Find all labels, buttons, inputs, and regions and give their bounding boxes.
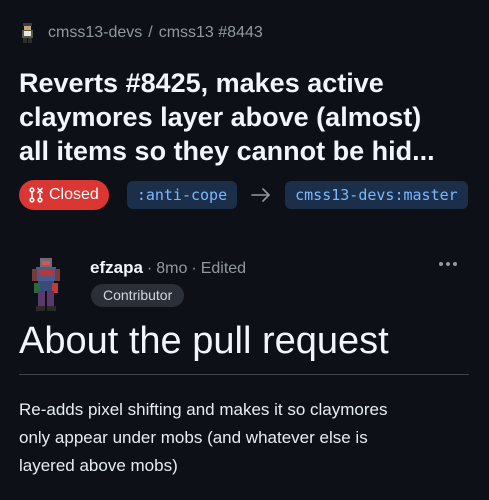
meta-separator: · [191,260,197,277]
base-branch[interactable]: cmss13-devs:master [285,181,468,209]
author-avatar[interactable] [26,256,66,312]
role-badge: Contributor [91,284,185,307]
status-badge: Closed [19,180,109,210]
comment-meta: efzapa · 8mo · Edited [90,258,246,278]
comment-heading: About the pull request [19,320,389,362]
comment-body: Re-adds pixel shifting and makes it so c… [19,396,474,480]
author-name[interactable]: efzapa [90,258,143,278]
comment-header: efzapa · 8mo · Edited Contributor [20,254,469,314]
repo-breadcrumb[interactable]: cmss13-devs / cmss13 #8443 [16,22,263,44]
pull-request-title: Reverts #8425, makes active claymores la… [19,66,479,168]
meta-separator: · [146,260,153,277]
title-line: Reverts #8425, makes active [19,68,384,98]
more-options-button[interactable] [435,254,461,274]
head-branch[interactable]: :anti-cope [126,181,238,209]
repo-avatar [16,22,38,44]
comment-age[interactable]: 8mo [156,260,187,278]
body-line: only appear under mobs (and whatever els… [19,428,368,447]
body-line: Re-adds pixel shifting and makes it so c… [19,400,388,419]
title-line: all items so they cannot be hid... [19,136,435,166]
edited-label[interactable]: Edited [201,260,246,278]
repo-owner-link[interactable]: cmss13-devs [48,24,142,42]
heading-divider [19,374,469,375]
body-line: layered above mobs) [19,456,178,475]
status-label: Closed [49,186,99,203]
breadcrumb-separator: / [148,24,153,41]
arrow-right-icon [251,188,271,202]
title-line: claymores layer above (almost) [19,102,422,132]
kebab-horizontal-icon [439,262,457,266]
pull-request-closed-icon [29,187,43,203]
repo-and-number-link[interactable]: cmss13 #8443 [159,24,263,42]
pull-request-status-row: Closed :anti-cope cmss13-devs:master [19,180,468,210]
